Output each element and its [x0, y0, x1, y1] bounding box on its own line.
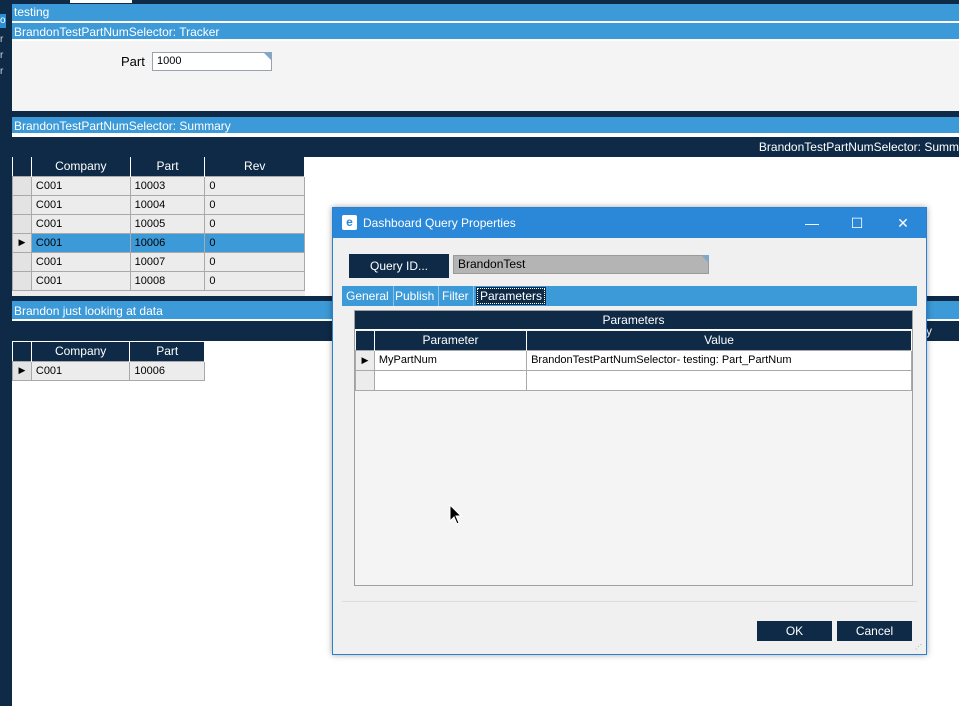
column-header-part[interactable]: Part: [129, 342, 205, 361]
maximize-button[interactable]: ☐: [834, 208, 880, 238]
current-row-arrow-icon[interactable]: ▶: [12, 232, 32, 253]
cell-rev[interactable]: 0: [204, 251, 305, 272]
row-selector[interactable]: [12, 213, 32, 234]
resize-grip-icon[interactable]: ⋰: [915, 644, 923, 652]
summary-subtitle-bar: BrandonTestPartNumSelector: Summ: [12, 137, 959, 157]
table-row[interactable]: C001 10004 0: [12, 194, 305, 215]
cell-part[interactable]: 10008: [129, 270, 206, 291]
left-navigation-strip: o r r r: [0, 0, 12, 706]
summary-panel-title: BrandonTestPartNumSelector: Summary: [12, 117, 959, 135]
part-label: Part: [121, 54, 145, 69]
query-id-corner-marker: [701, 255, 709, 263]
cell-part[interactable]: 10006: [129, 360, 205, 381]
column-header-parameter[interactable]: Parameter: [374, 331, 528, 350]
cell-part[interactable]: 10004: [129, 194, 206, 215]
table-row[interactable]: C001 10008 0: [12, 270, 305, 291]
cell-rev[interactable]: 0: [204, 194, 305, 215]
column-header-value[interactable]: Value: [526, 331, 912, 350]
cell-rev[interactable]: 0: [204, 232, 305, 253]
cell-company[interactable]: C001: [30, 360, 131, 381]
current-row-arrow-icon[interactable]: ▶: [12, 360, 32, 381]
part-input[interactable]: 1000: [152, 52, 272, 71]
row-header-corner: [12, 157, 32, 176]
cell-part[interactable]: 10003: [129, 175, 206, 196]
cell-company[interactable]: C001: [30, 232, 131, 253]
row-selector[interactable]: [12, 270, 32, 291]
current-row-arrow-icon[interactable]: ▶: [355, 349, 375, 371]
epicor-logo-icon: e: [342, 215, 357, 230]
column-header-part[interactable]: Part: [130, 157, 206, 176]
row-selector[interactable]: [12, 251, 32, 272]
parameters-panel-header: Parameters: [355, 311, 912, 330]
parameters-grid: Parameter Value ▶ MyPartNum BrandonTestP…: [355, 331, 912, 391]
close-button[interactable]: ✕: [880, 208, 926, 238]
cell-company[interactable]: C001: [30, 194, 131, 215]
tab-filter[interactable]: Filter: [438, 286, 474, 306]
table-row[interactable]: C001 10007 0: [12, 251, 305, 272]
cell-company[interactable]: C001: [30, 270, 131, 291]
cell-rev[interactable]: 0: [204, 175, 305, 196]
row-header-corner: [12, 342, 32, 361]
cell-company[interactable]: C001: [30, 175, 131, 196]
cancel-button[interactable]: Cancel: [837, 621, 912, 641]
table-row-selected[interactable]: ▶ C001 10006 0: [12, 232, 305, 253]
top-tab-indicator[interactable]: [70, 0, 132, 3]
cell-value[interactable]: [526, 369, 912, 391]
cell-company[interactable]: C001: [30, 251, 131, 272]
ok-button[interactable]: OK: [757, 621, 832, 641]
table-row[interactable]: ▶ C001 10006: [12, 360, 205, 381]
cell-value[interactable]: BrandonTestPartNumSelector- testing: Par…: [526, 349, 912, 371]
cell-part[interactable]: 10007: [129, 251, 206, 272]
tab-parameters[interactable]: Parameters: [476, 287, 547, 305]
dialog-divider: [342, 590, 917, 602]
left-strip-item[interactable]: r: [0, 66, 6, 78]
cell-part[interactable]: 10006: [129, 232, 206, 253]
tab-publish[interactable]: Publish: [391, 286, 440, 306]
tracker-panel-title: BrandonTestPartNumSelector: Tracker: [12, 23, 959, 41]
table-row[interactable]: C001 10005 0: [12, 213, 305, 234]
query-id-field[interactable]: BrandonTest: [453, 255, 709, 274]
left-strip-selected-item[interactable]: o: [0, 14, 6, 28]
testing-panel-title: testing: [12, 4, 959, 23]
cell-rev[interactable]: 0: [204, 213, 305, 234]
column-header-company[interactable]: Company: [31, 157, 131, 176]
table-row-new[interactable]: [355, 369, 912, 391]
table-row[interactable]: ▶ MyPartNum BrandonTestPartNumSelector- …: [355, 349, 912, 371]
left-strip-item[interactable]: r: [0, 50, 6, 62]
mouse-cursor-icon: [449, 504, 463, 525]
row-header-corner: [355, 331, 375, 350]
brandon-grid: Company Part ▶ C001 10006: [12, 342, 205, 381]
cell-parameter[interactable]: MyPartNum: [373, 349, 528, 371]
table-row[interactable]: C001 10003 0: [12, 175, 305, 196]
minimize-button[interactable]: —: [789, 208, 835, 238]
dialog-tab-bar: General Publish Filter Parameters: [342, 286, 917, 306]
cell-parameter[interactable]: [373, 369, 528, 391]
cell-rev[interactable]: 0: [204, 270, 305, 291]
row-selector[interactable]: [12, 175, 32, 196]
tab-general[interactable]: General: [342, 286, 394, 306]
parameters-panel: Parameters Parameter Value ▶ MyPartNum B…: [354, 310, 913, 586]
cell-part[interactable]: 10005: [129, 213, 206, 234]
row-selector[interactable]: [12, 194, 32, 215]
query-id-button[interactable]: Query ID...: [349, 254, 449, 278]
cell-company[interactable]: C001: [30, 213, 131, 234]
left-strip-item[interactable]: r: [0, 34, 6, 46]
dialog-titlebar[interactable]: e Dashboard Query Properties — ☐ ✕: [333, 208, 926, 238]
dashboard-query-properties-dialog: e Dashboard Query Properties — ☐ ✕ Query…: [332, 207, 927, 655]
column-header-rev[interactable]: Rev: [204, 157, 305, 176]
dialog-title: Dashboard Query Properties: [363, 216, 516, 230]
part-input-corner-marker: [263, 52, 271, 60]
summary-grid: Company Part Rev C001 10003 0 C001 10004…: [12, 157, 305, 291]
column-header-company[interactable]: Company: [31, 342, 131, 361]
row-selector[interactable]: [355, 369, 375, 391]
